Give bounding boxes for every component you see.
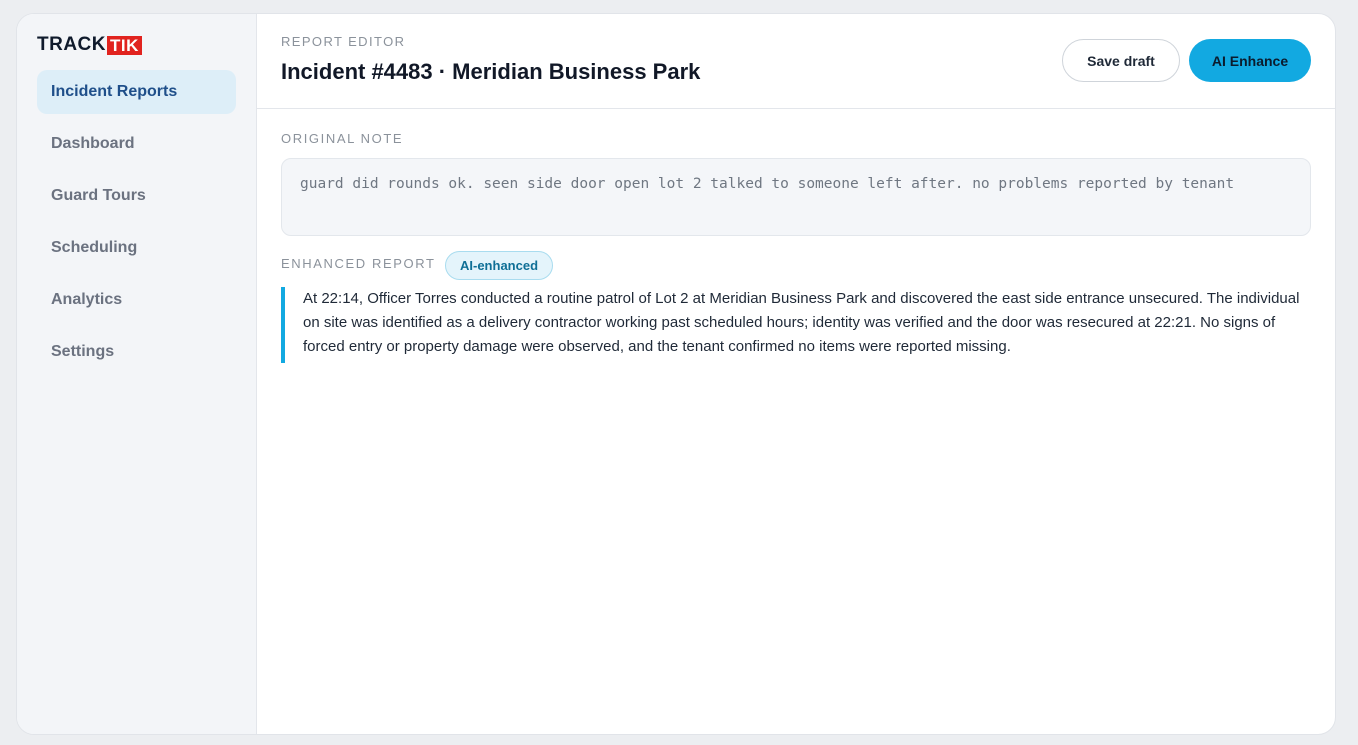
sidebar-nav: Incident Reports Dashboard Guard Tours S…: [37, 70, 236, 382]
original-note-text: guard did rounds ok. seen side door open…: [281, 158, 1311, 236]
page-eyebrow: REPORT EDITOR: [281, 34, 406, 49]
main-content: REPORT EDITOR Incident #4483 · Meridian …: [257, 14, 1335, 734]
page-header: REPORT EDITOR Incident #4483 · Meridian …: [257, 14, 1335, 109]
enhanced-report-text[interactable]: At 22:14, Officer Torres conducted a rou…: [281, 287, 1311, 363]
logo-track: TRACK: [37, 34, 106, 55]
logo-tik: TIK: [107, 35, 142, 55]
sidebar-item-analytics[interactable]: Analytics: [37, 278, 236, 322]
enhanced-report-label: ENHANCED REPORT: [281, 256, 436, 271]
sidebar-item-incident-reports[interactable]: Incident Reports: [37, 70, 236, 114]
app-window: TRACK TIK Incident Reports Dashboard Guar…: [16, 13, 1336, 735]
sidebar-item-dashboard[interactable]: Dashboard: [37, 122, 236, 166]
save-draft-button[interactable]: Save draft: [1062, 39, 1180, 82]
sidebar: TRACK TIK Incident Reports Dashboard Guar…: [17, 14, 257, 734]
sidebar-item-guard-tours[interactable]: Guard Tours: [37, 174, 236, 218]
page-title: Incident #4483 · Meridian Business Park: [281, 59, 701, 84]
ai-enhanced-badge: AI-enhanced: [445, 251, 554, 280]
original-note-label: ORIGINAL NOTE: [281, 131, 404, 146]
tracktik-logo: TRACK TIK: [37, 34, 142, 56]
sidebar-item-scheduling[interactable]: Scheduling: [37, 226, 236, 270]
ai-enhance-button[interactable]: AI Enhance: [1189, 39, 1311, 82]
sidebar-item-settings[interactable]: Settings: [37, 330, 236, 374]
